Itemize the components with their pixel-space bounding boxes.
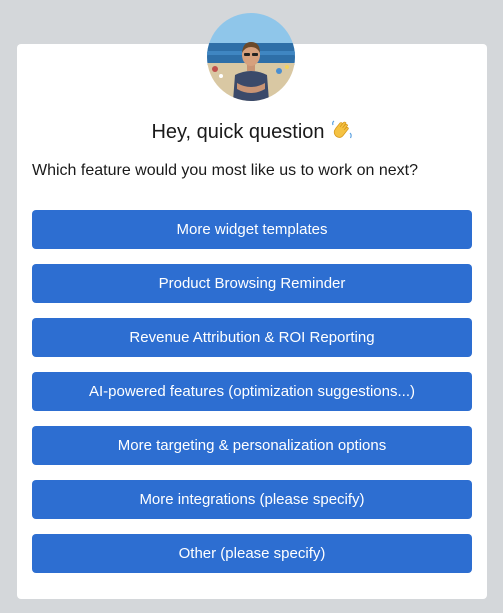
option-product-browsing-reminder[interactable]: Product Browsing Reminder: [32, 264, 472, 303]
option-more-integrations[interactable]: More integrations (please specify): [32, 480, 472, 519]
option-revenue-attribution[interactable]: Revenue Attribution & ROI Reporting: [32, 318, 472, 357]
option-more-widget-templates[interactable]: More widget templates: [32, 210, 472, 249]
option-targeting-personalization[interactable]: More targeting & personalization options: [32, 426, 472, 465]
option-other[interactable]: Other (please specify): [32, 534, 472, 573]
avatar: [207, 13, 295, 101]
waving-hand-icon: [331, 119, 353, 149]
survey-question: Which feature would you most like us to …: [32, 162, 418, 179]
option-ai-powered-features[interactable]: AI-powered features (optimization sugges…: [32, 372, 472, 411]
survey-options: More widget templates Product Browsing R…: [32, 210, 472, 588]
survey-title: Hey, quick question: [17, 118, 487, 149]
survey-title-text: Hey, quick question: [151, 121, 325, 143]
